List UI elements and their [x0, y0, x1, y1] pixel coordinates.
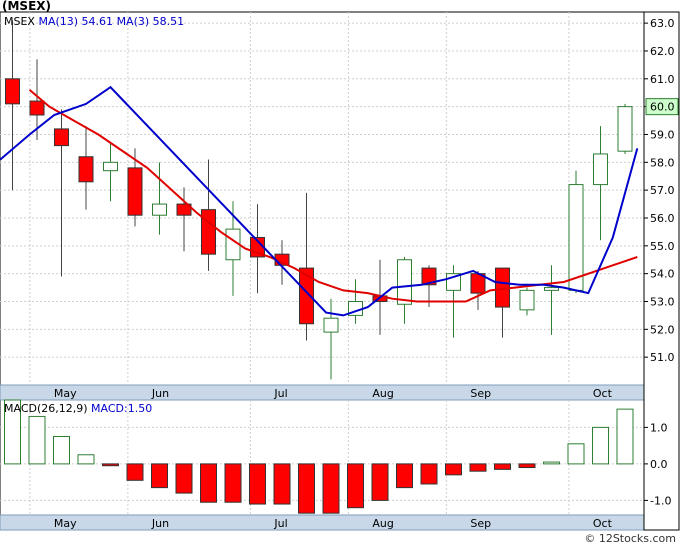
- price-y-tick-label: 59.0: [650, 128, 675, 141]
- macd-y-tick-label: -1.0: [650, 494, 671, 507]
- candle-body: [201, 209, 216, 255]
- price-y-tick-label: 51.0: [650, 351, 675, 364]
- price-x-label: Oct: [593, 387, 613, 400]
- macd-value-label: MACD:1.50: [91, 402, 152, 415]
- price-x-label: Aug: [372, 387, 393, 400]
- macd-bar: [420, 463, 438, 485]
- candle-body: [323, 317, 339, 333]
- chart-title: (MSEX): [2, 0, 51, 13]
- macd-x-label: Jun: [151, 517, 169, 530]
- candle-body: [544, 287, 559, 291]
- macd-bar: [322, 463, 340, 514]
- ma13-label: MA(13) 54.61: [38, 15, 116, 28]
- macd-bar: [175, 463, 193, 494]
- macd-bar: [567, 443, 585, 465]
- macd-x-label: May: [54, 517, 77, 530]
- macd-bar: [126, 463, 144, 481]
- macd-plot-frame: [0, 399, 645, 516]
- macd-bar: [494, 463, 511, 470]
- macd-bar: [592, 426, 609, 465]
- macd-bar: [77, 454, 95, 465]
- candle-body: [152, 203, 167, 216]
- macd-bar: [53, 436, 70, 465]
- macd-bar: [298, 463, 315, 514]
- macd-bar: [616, 408, 634, 465]
- price-y-tick-label: 63.0: [650, 17, 675, 30]
- macd-bar: [224, 463, 242, 503]
- macd-y-tick-label: 1.0: [650, 421, 668, 434]
- macd-bar: [102, 463, 119, 467]
- candle-body: [29, 100, 45, 116]
- price-x-axis-band: [0, 384, 645, 401]
- candle-body: [568, 184, 584, 291]
- candle-body: [617, 106, 633, 152]
- macd-bar: [200, 463, 217, 503]
- price-x-label: Sep: [470, 387, 491, 400]
- macd-title: MACD(26,12,9): [4, 402, 91, 415]
- macd-y-tick-label: 0.0: [650, 458, 668, 471]
- price-y-tick-label: 62.0: [650, 45, 675, 58]
- price-x-label: Jun: [151, 387, 169, 400]
- candle-body: [103, 161, 118, 172]
- macd-x-label: Aug: [372, 517, 393, 530]
- macd-bar: [469, 463, 487, 472]
- last-price-label: 60.0: [650, 101, 675, 114]
- macd-x-axis-band: [0, 514, 645, 531]
- macd-bar: [543, 461, 560, 465]
- macd-x-label: Sep: [470, 517, 491, 530]
- candle-body: [397, 259, 412, 305]
- candle-body: [519, 289, 535, 311]
- macd-x-label: Oct: [593, 517, 613, 530]
- price-y-tick-label: 55.0: [650, 240, 675, 253]
- symbol-label: MSEX: [4, 15, 38, 28]
- macd-bar: [371, 463, 389, 501]
- ma3-label: MA(3) 58.51: [117, 15, 185, 28]
- price-y-tick-label: 52.0: [650, 323, 675, 336]
- price-y-tick-label: 56.0: [650, 212, 675, 225]
- price-y-tick-label: 53.0: [650, 295, 675, 308]
- copyright: © 12Stocks.com: [584, 532, 676, 545]
- macd-bar: [445, 463, 462, 476]
- macd-bar: [396, 463, 413, 489]
- price-y-tick-label: 54.0: [650, 268, 675, 281]
- macd-bar: [273, 463, 291, 505]
- chart-root: 51.0 52.0 53.0 54.0 55.0 56.0 57.0 58.0 59.0 60.0…: [0, 0, 680, 531]
- macd-header: MACD(26,12,9) MACD:1.50: [4, 402, 152, 415]
- macd-bar: [518, 463, 536, 469]
- price-y-tick-label: 58.0: [650, 156, 675, 169]
- price-y-tick-label: 61.0: [650, 73, 675, 86]
- price-header: MSEX MA(13) 54.61 MA(3) 58.51: [4, 15, 184, 28]
- candle-body: [127, 167, 143, 216]
- price-x-label: Jul: [273, 387, 287, 400]
- macd-x-label: Jul: [273, 517, 287, 530]
- macd-bar: [347, 463, 364, 509]
- candle-body: [593, 153, 608, 186]
- price-x-label: May: [54, 387, 77, 400]
- price-y-tick-label: 57.0: [650, 184, 675, 197]
- candle-body: [54, 128, 69, 147]
- macd-bar: [249, 463, 266, 505]
- candle-body: [5, 78, 20, 105]
- macd-bar: [151, 463, 168, 489]
- macd-bar: [28, 415, 46, 465]
- candle-body: [78, 156, 94, 183]
